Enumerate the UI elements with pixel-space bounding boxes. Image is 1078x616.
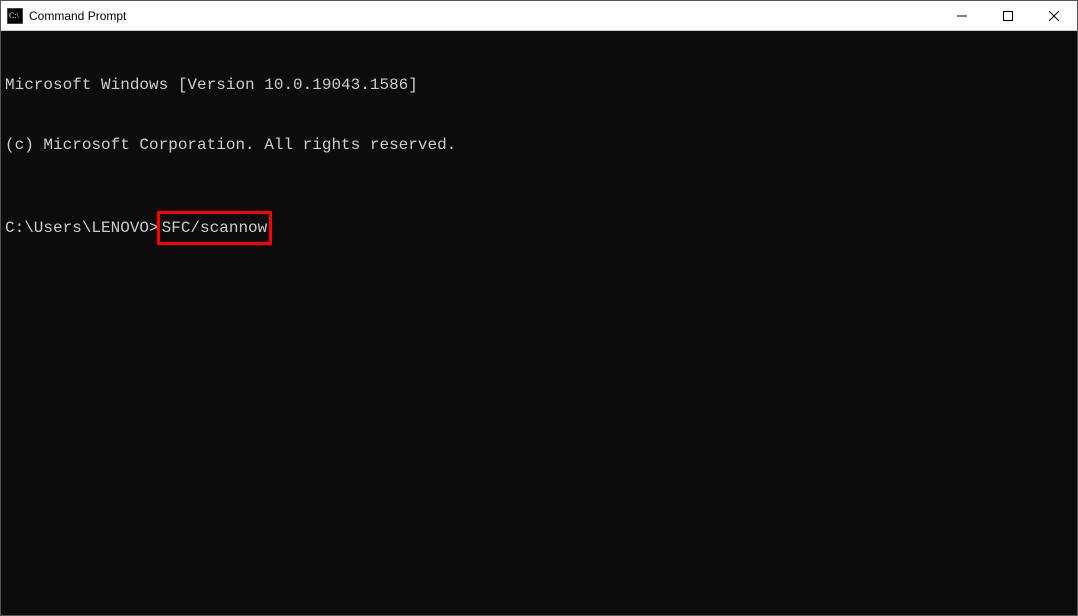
command-prompt-icon: C:\ [7, 8, 23, 24]
prompt-text: C:\Users\LENOVO> [5, 219, 159, 237]
copyright-line: (c) Microsoft Corporation. All rights re… [5, 135, 1073, 155]
window-controls [939, 1, 1077, 30]
svg-text:C:\: C:\ [9, 11, 20, 20]
command-text: SFC/scannow [162, 219, 268, 237]
window-title: Command Prompt [29, 9, 126, 23]
titlebar[interactable]: C:\ Command Prompt [1, 1, 1077, 31]
minimize-button[interactable] [939, 1, 985, 30]
maximize-button[interactable] [985, 1, 1031, 30]
prompt-line: C:\Users\LENOVO>SFC/scannow [5, 215, 1073, 241]
command-prompt-window: C:\ Command Prompt Microsoft Windows [Ve… [0, 0, 1078, 616]
version-line: Microsoft Windows [Version 10.0.19043.15… [5, 75, 1073, 95]
terminal-area[interactable]: Microsoft Windows [Version 10.0.19043.15… [1, 31, 1077, 615]
command-highlight: SFC/scannow [157, 211, 273, 245]
close-button[interactable] [1031, 1, 1077, 30]
